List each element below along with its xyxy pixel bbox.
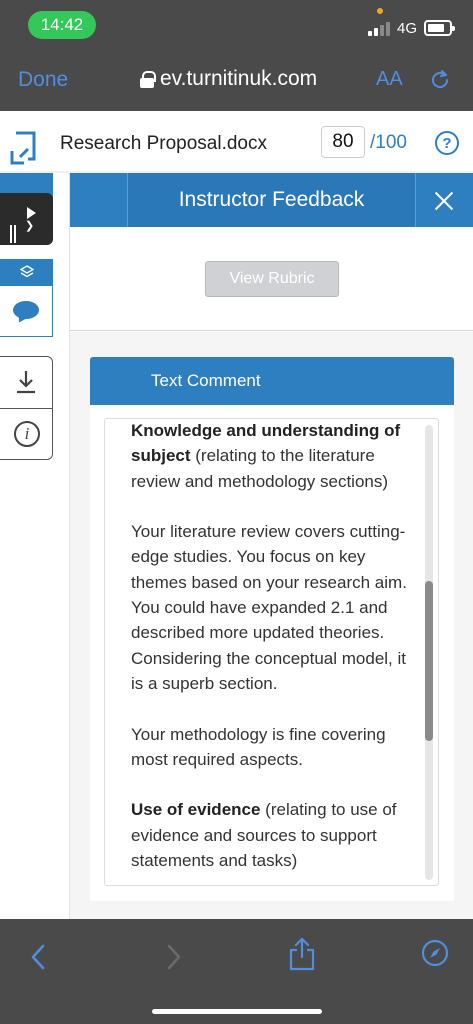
rail-divider bbox=[0, 408, 53, 409]
url-text: ev.turnitinuk.com bbox=[160, 67, 318, 90]
app-header: Research Proposal.docx 80 /100 ? bbox=[0, 111, 473, 173]
help-icon[interactable]: ? bbox=[435, 131, 459, 155]
share-icon[interactable] bbox=[288, 937, 316, 971]
cellular-signal-icon bbox=[368, 22, 392, 36]
text-size-button[interactable]: AA bbox=[376, 68, 403, 91]
document-title: Research Proposal.docx bbox=[60, 133, 267, 154]
text-comment-scroll-area[interactable]: Knowledge and understanding of subject (… bbox=[104, 418, 439, 886]
network-type: 4G bbox=[397, 20, 418, 37]
comment-paragraph: Your methodology is fine covering most r… bbox=[131, 724, 386, 769]
play-icon bbox=[27, 207, 36, 219]
home-indicator[interactable] bbox=[152, 1009, 322, 1014]
forward-icon[interactable] bbox=[166, 943, 182, 971]
chevrons-icon: ❯ bbox=[25, 220, 35, 232]
feedback-panel-header: Instructor Feedback bbox=[70, 173, 473, 227]
back-icon[interactable] bbox=[30, 943, 46, 971]
comment-paragraph: Use of evidence (relating to use of evid… bbox=[131, 797, 409, 873]
download-icon[interactable] bbox=[15, 369, 37, 395]
address-bar[interactable]: ev.turnitinuk.com bbox=[140, 67, 317, 91]
rail-expand-toggle[interactable]: ❯ bbox=[0, 193, 53, 245]
score-total: /100 bbox=[370, 132, 407, 153]
close-icon[interactable] bbox=[426, 183, 462, 219]
browser-toolbar-bottom bbox=[0, 919, 473, 1024]
drag-handle-icon[interactable] bbox=[10, 225, 16, 243]
compass-icon[interactable] bbox=[421, 939, 449, 967]
left-sidebar: ❯ i bbox=[0, 173, 70, 919]
criterion-title: Use of evidence bbox=[131, 800, 261, 820]
comment-paragraph: Knowledge and understanding of subject (… bbox=[131, 419, 409, 494]
status-time: 14:42 bbox=[28, 11, 96, 39]
feedback-comment-button[interactable] bbox=[0, 285, 53, 337]
info-icon[interactable]: i bbox=[14, 421, 40, 447]
text-comment-body: Knowledge and understanding of subject (… bbox=[131, 419, 409, 885]
browser-toolbar-top: 14:42 4G Done ev.turnitinuk.com AA bbox=[0, 0, 473, 111]
layers-icon bbox=[19, 265, 34, 278]
score-value: 80 bbox=[321, 126, 365, 158]
done-button[interactable]: Done bbox=[18, 68, 68, 92]
text-size-label: AA bbox=[376, 68, 403, 90]
rail-tool-group: i bbox=[0, 356, 53, 460]
lock-icon bbox=[140, 71, 156, 88]
mic-indicator-dot bbox=[377, 8, 383, 14]
rubric-section: View Rubric bbox=[70, 227, 473, 331]
layers-button[interactable] bbox=[0, 259, 53, 285]
turnitin-logo-icon[interactable] bbox=[8, 129, 40, 169]
feedback-title: Instructor Feedback bbox=[127, 173, 416, 227]
comment-paragraph: Your literature review covers cutting-ed… bbox=[131, 522, 407, 693]
reload-icon[interactable] bbox=[428, 68, 452, 92]
battery-icon bbox=[424, 20, 455, 36]
text-comment-header: Text Comment bbox=[90, 357, 454, 405]
comment-bubble-icon bbox=[13, 301, 39, 319]
scrollbar-thumb[interactable] bbox=[425, 581, 433, 741]
view-rubric-button[interactable]: View Rubric bbox=[205, 261, 339, 297]
